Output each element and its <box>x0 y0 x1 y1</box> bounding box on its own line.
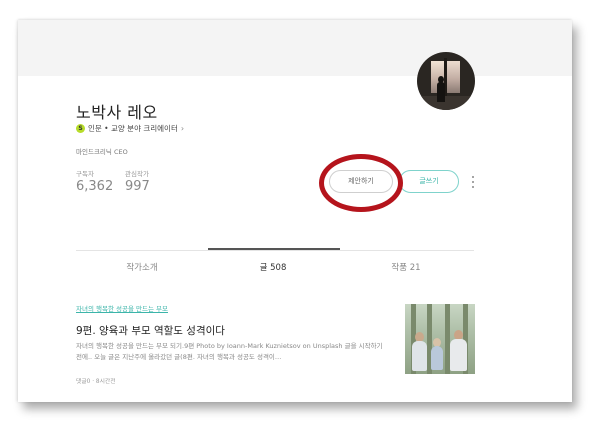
tab-posts[interactable]: 글 508 <box>223 261 323 273</box>
author-name: 노박사 레오 <box>76 103 158 122</box>
comment-count: 댓글0 <box>76 379 91 385</box>
article-excerpt[interactable]: 자녀의 행복한 성공을 만드는 부모 되기.9편 Photo by Ioann-… <box>76 341 388 363</box>
avatar[interactable] <box>417 52 475 110</box>
following-stat[interactable]: 관심작가 997 <box>125 168 150 194</box>
article-meta: 댓글0 · 8시간전 <box>76 376 116 385</box>
subscribers-count: 6,362 <box>76 179 114 194</box>
article-thumbnail[interactable] <box>405 304 475 374</box>
creator-category-label: 인문 • 교양 분야 크리에이터 <box>88 124 178 133</box>
profile-page: 노박사 레오 S 인문 • 교양 분야 크리에이터 › 마인드크리닉 CEO 구… <box>18 20 572 402</box>
creator-category-link[interactable]: S 인문 • 교양 분야 크리에이터 › <box>76 123 184 134</box>
subscribers-stat[interactable]: 구독자 6,362 <box>76 168 113 194</box>
write-button[interactable]: 글쓰기 <box>399 170 459 193</box>
post-time: 8시간전 <box>95 379 116 385</box>
active-tab-indicator <box>208 248 340 250</box>
magazine-link[interactable]: 자녀의 행복한 성공을 만드는 부모 <box>76 303 168 313</box>
more-options-icon[interactable] <box>469 174 477 190</box>
following-count: 997 <box>125 179 150 194</box>
tab-author-intro[interactable]: 작가소개 <box>92 261 192 273</box>
tabs-divider <box>76 250 474 251</box>
creator-badge-icon: S <box>76 124 85 133</box>
cover-area <box>18 20 572 76</box>
chevron-right-icon: › <box>180 124 185 133</box>
tab-works[interactable]: 작품 21 <box>356 261 456 273</box>
author-bio: 마인드크리닉 CEO <box>76 148 128 156</box>
article-title[interactable]: 9편. 양육과 부모 역할도 성격이다 <box>76 323 225 338</box>
following-label: 관심작가 <box>125 170 149 178</box>
subscribers-label: 구독자 <box>76 170 94 178</box>
propose-button[interactable]: 제안하기 <box>329 170 393 193</box>
